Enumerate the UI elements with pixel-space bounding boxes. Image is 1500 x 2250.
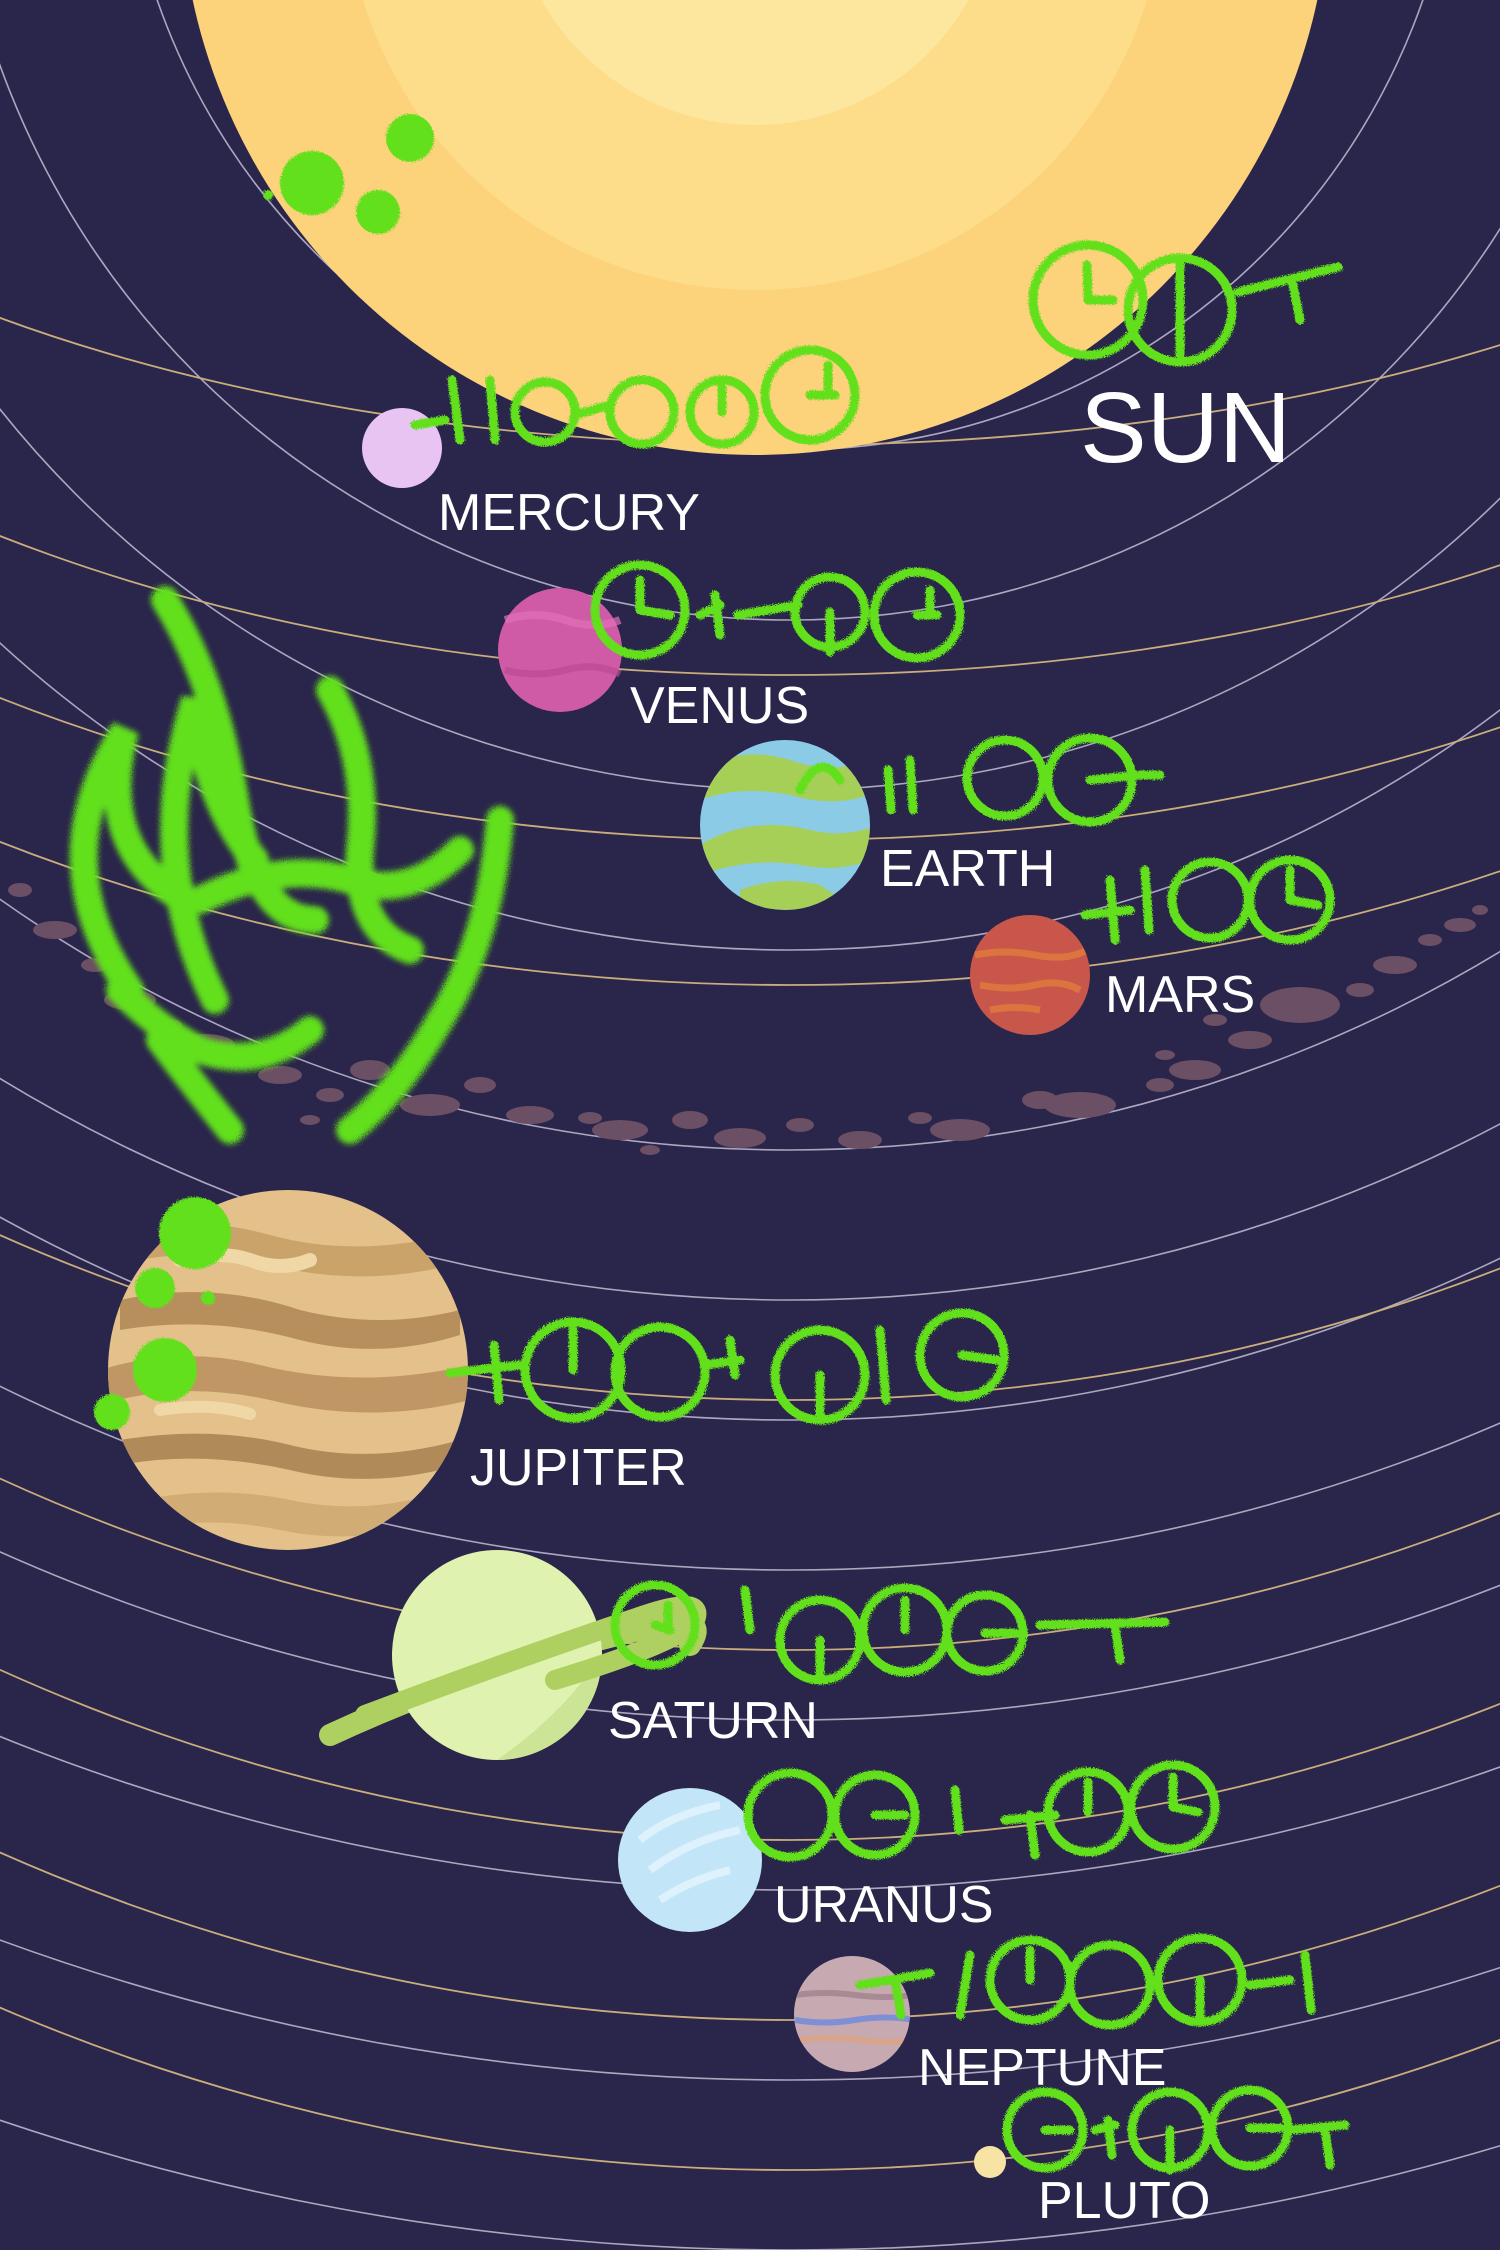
uranus-label: URANUS: [774, 1876, 994, 1934]
uranus-planet: [618, 1788, 762, 1932]
venus-label: VENUS: [630, 677, 809, 735]
saturn-label: SATURN: [608, 1692, 818, 1750]
mars-planet: [970, 915, 1090, 1035]
solar-system-artwork: SUN MERCURY VENUS EARTH MARS JUPITER SAT…: [0, 0, 1500, 2250]
mars-label: MARS: [1105, 966, 1255, 1024]
venus-planet: [498, 588, 622, 712]
jupiter-label: JUPITER: [470, 1439, 687, 1497]
pluto-label: PLUTO: [1038, 2172, 1210, 2230]
sun-label: SUN: [1080, 372, 1291, 484]
pluto-planet: [974, 2146, 1006, 2178]
mercury-label: MERCURY: [438, 484, 700, 542]
earth-label: EARTH: [880, 840, 1055, 898]
solar-system-illustration: SUN MERCURY VENUS EARTH MARS JUPITER SAT…: [0, 0, 1500, 2250]
